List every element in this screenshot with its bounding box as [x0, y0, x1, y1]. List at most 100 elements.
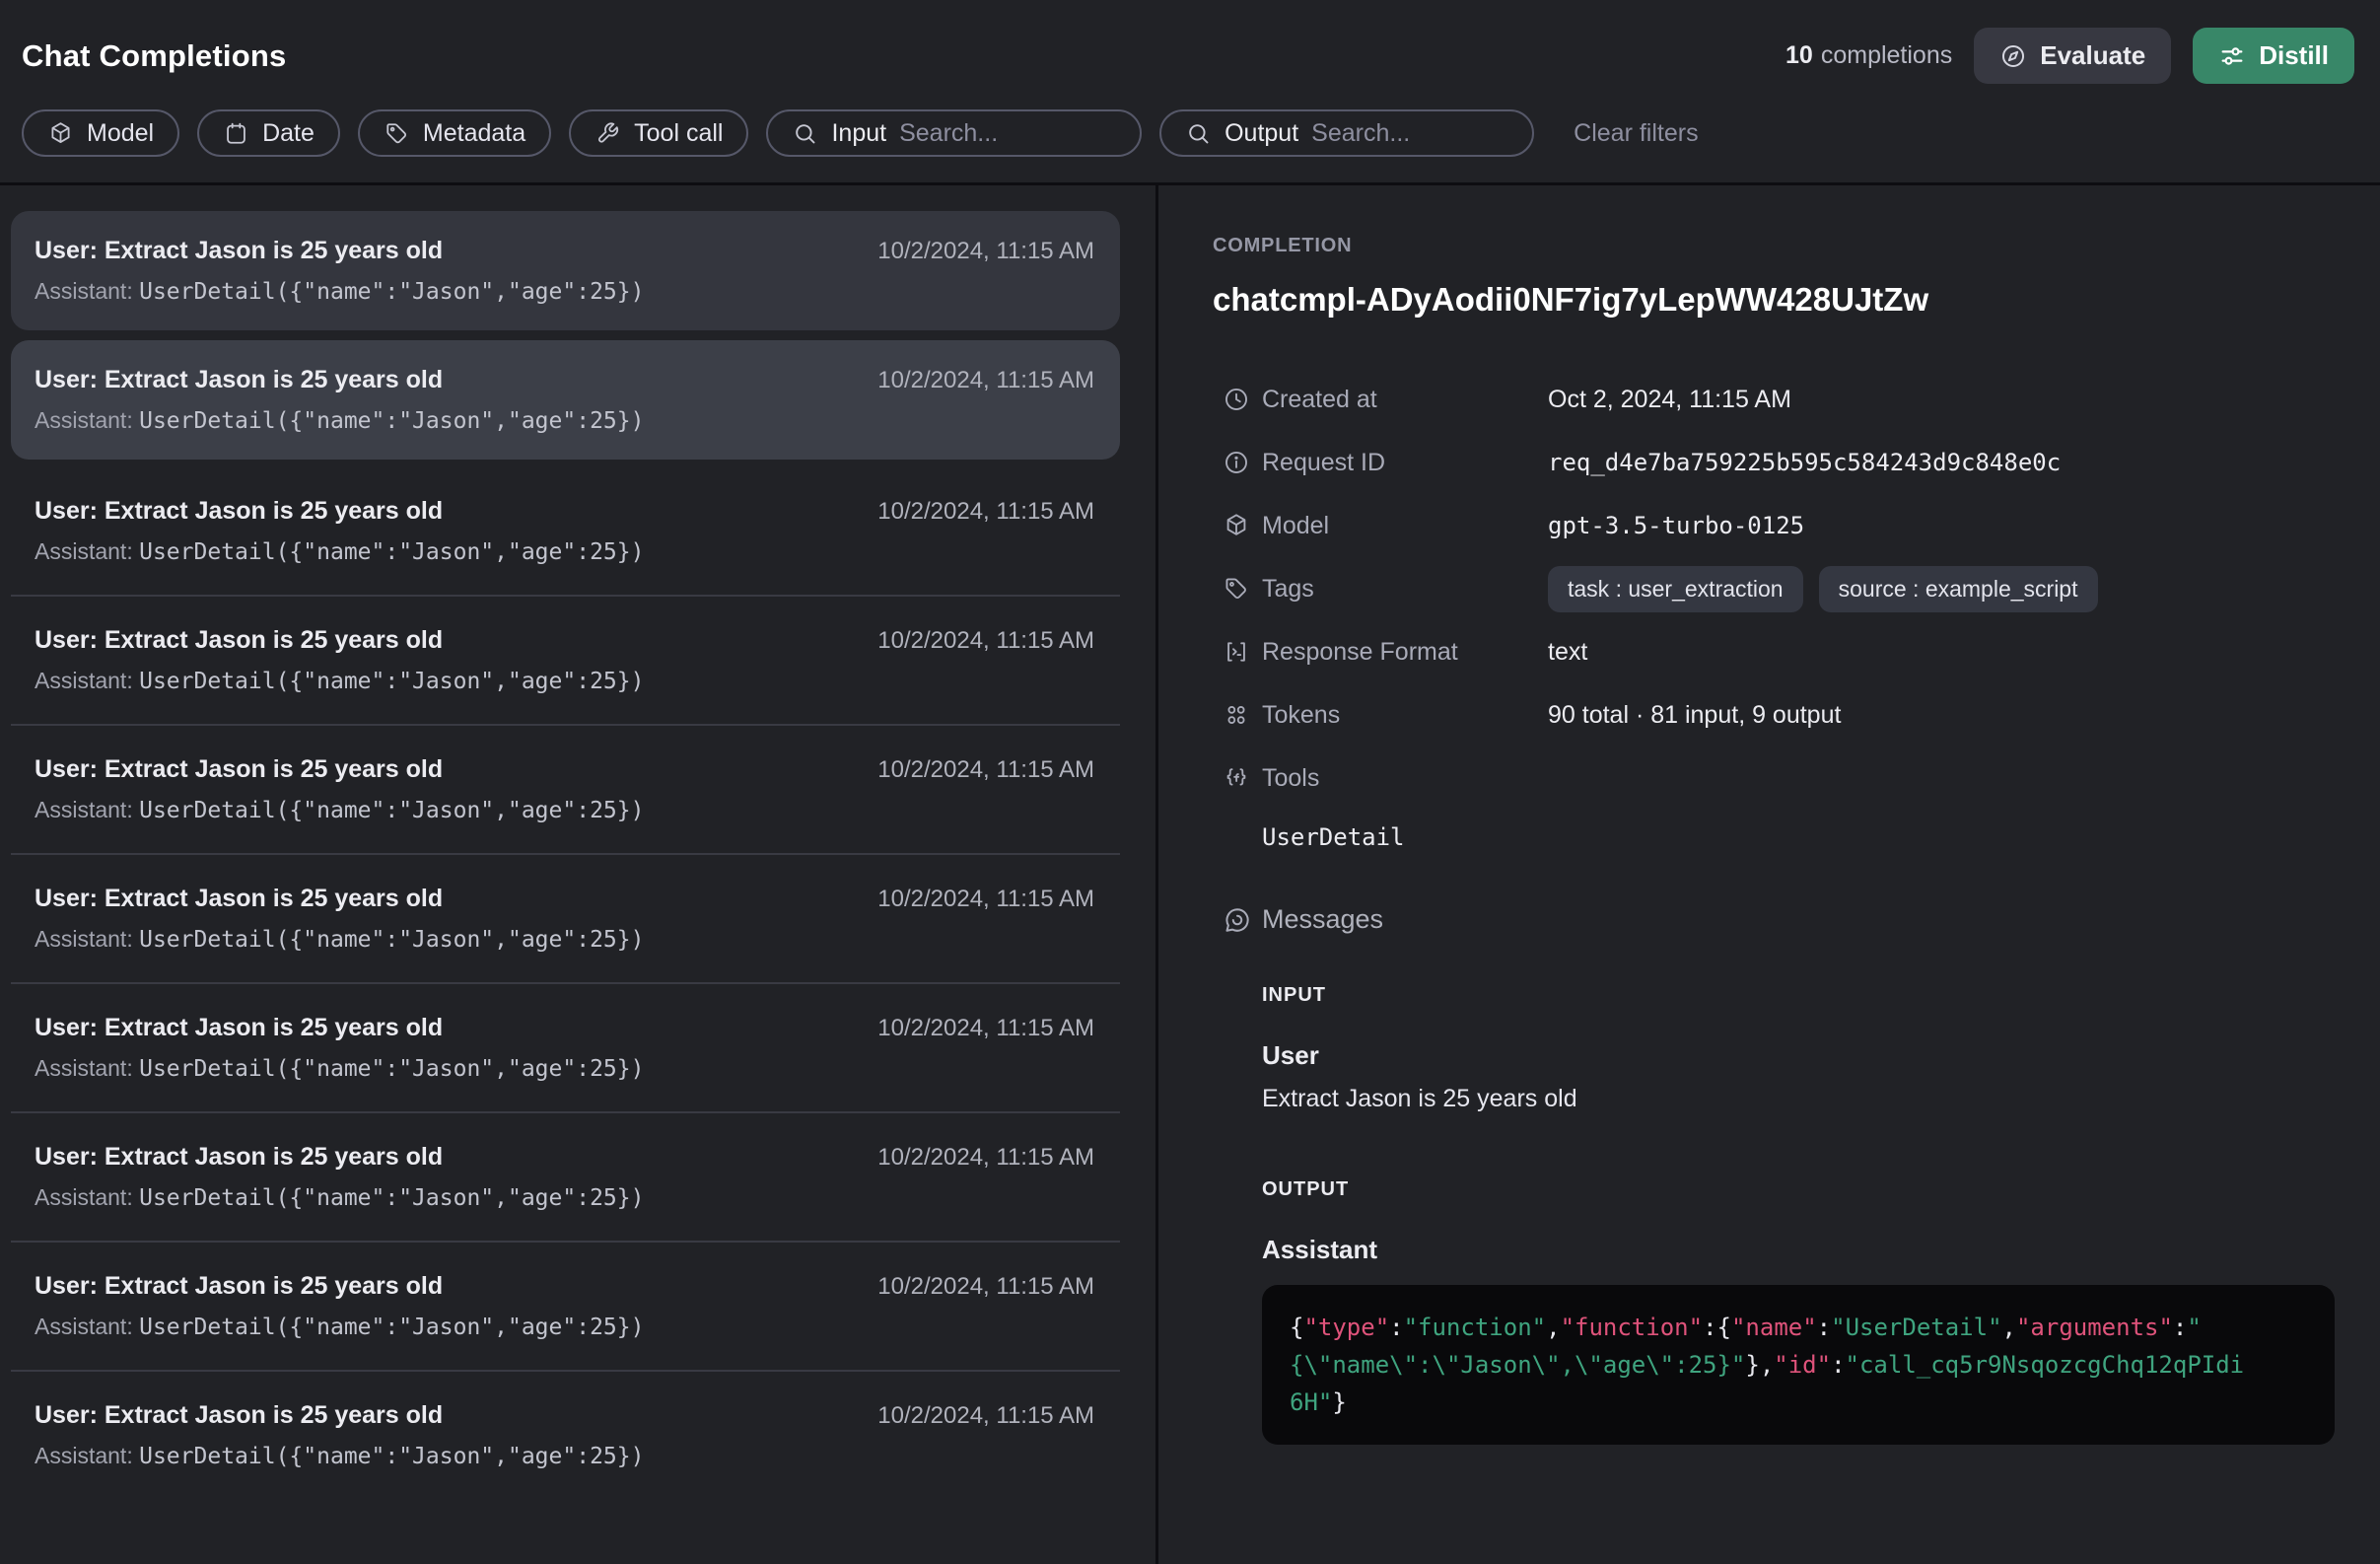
field-row-request-id: Request ID req_d4e7ba759225b595c584243d9…: [1213, 431, 2335, 494]
list-item-assistant: Assistant: UserDetail({"name":"Jason","a…: [35, 1184, 1094, 1211]
output-search-filter[interactable]: Output: [1159, 109, 1534, 157]
field-value-response-format: text: [1548, 638, 1587, 667]
list-item[interactable]: User: Extract Jason is 25 years old 10/2…: [11, 597, 1120, 726]
list-item-user: User: Extract Jason is 25 years old: [35, 1143, 443, 1172]
list-item-assistant-prefix: Assistant:: [35, 278, 139, 304]
cube-icon: [1223, 512, 1252, 539]
list-item-assistant: Assistant: UserDetail({"name":"Jason","a…: [35, 1443, 1094, 1469]
list-item-user: User: Extract Jason is 25 years old: [35, 885, 443, 913]
list-item-assistant-code: UserDetail({"name":"Jason","age":25}): [139, 1056, 644, 1082]
evaluate-button[interactable]: Evaluate: [1974, 28, 2171, 84]
wrench-icon: [595, 120, 621, 147]
list-item[interactable]: User: Extract Jason is 25 years old 10/2…: [11, 340, 1120, 460]
sliders-icon: [2218, 42, 2246, 70]
list-item[interactable]: User: Extract Jason is 25 years old 10/2…: [11, 467, 1120, 597]
list-item[interactable]: User: Extract Jason is 25 years old 10/2…: [11, 726, 1120, 855]
list-item-header: User: Extract Jason is 25 years old 10/2…: [35, 366, 1094, 394]
list-item-timestamp: 10/2/2024, 11:15 AM: [877, 1273, 1094, 1301]
list-item-user: User: Extract Jason is 25 years old: [35, 626, 443, 655]
list-item-assistant-prefix: Assistant:: [35, 668, 139, 693]
list-item-assistant-code: UserDetail({"name":"Jason","age":25}): [139, 279, 644, 305]
list-item-header: User: Extract Jason is 25 years old 10/2…: [35, 1401, 1094, 1430]
list-item-timestamp: 10/2/2024, 11:15 AM: [877, 1015, 1094, 1042]
clear-filters-button[interactable]: Clear filters: [1574, 119, 1698, 148]
messages-icon: [1223, 905, 1252, 935]
list-item-timestamp: 10/2/2024, 11:15 AM: [877, 1402, 1094, 1430]
list-item-header: User: Extract Jason is 25 years old 10/2…: [35, 237, 1094, 265]
field-row-tools: Tools: [1213, 746, 2335, 810]
list-item-user: User: Extract Jason is 25 years old: [35, 755, 443, 784]
list-item[interactable]: User: Extract Jason is 25 years old 10/2…: [11, 1113, 1120, 1243]
list-item[interactable]: User: Extract Jason is 25 years old 10/2…: [11, 984, 1120, 1113]
field-label-tools: Tools: [1262, 764, 1548, 793]
input-search-filter[interactable]: Input: [766, 109, 1142, 157]
list-item-assistant-code: UserDetail({"name":"Jason","age":25}): [139, 1444, 644, 1469]
input-search-field[interactable]: [899, 119, 1116, 148]
list-item-assistant-code: UserDetail({"name":"Jason","age":25}): [139, 408, 644, 434]
page-title: Chat Completions: [22, 38, 286, 74]
distill-button[interactable]: Distill: [2193, 28, 2354, 84]
list-item-assistant-prefix: Assistant:: [35, 797, 139, 822]
output-search-field[interactable]: [1311, 119, 1508, 148]
topbar-row: Chat Completions 10completions Evaluate: [0, 0, 2380, 84]
list-item[interactable]: User: Extract Jason is 25 years old 10/2…: [11, 1372, 1120, 1499]
tag-icon: [1223, 575, 1252, 603]
list-item-header: User: Extract Jason is 25 years old 10/2…: [35, 1143, 1094, 1172]
cube-icon: [47, 120, 74, 147]
metadata-filter-label: Metadata: [423, 119, 525, 148]
list-item-header: User: Extract Jason is 25 years old 10/2…: [35, 1014, 1094, 1042]
list-item-user: User: Extract Jason is 25 years old: [35, 497, 443, 526]
field-row-created-at: Created at Oct 2, 2024, 11:15 AM: [1213, 368, 2335, 431]
list-item-assistant: Assistant: UserDetail({"name":"Jason","a…: [35, 1055, 1094, 1082]
list-item-assistant-prefix: Assistant:: [35, 926, 139, 952]
metadata-filter-button[interactable]: Metadata: [358, 109, 551, 157]
list-item-user: User: Extract Jason is 25 years old: [35, 366, 443, 394]
completion-section-label: COMPLETION: [1213, 235, 2335, 257]
list-item-assistant-prefix: Assistant:: [35, 1184, 139, 1210]
field-label-request-id: Request ID: [1262, 449, 1548, 477]
input-search-label: Input: [831, 119, 886, 148]
list-item-assistant-code: UserDetail({"name":"Jason","age":25}): [139, 669, 644, 694]
tool-call-filter-button[interactable]: Tool call: [569, 109, 748, 157]
tag-chip: task : user_extraction: [1548, 566, 1803, 612]
messages-label: Messages: [1262, 904, 1383, 935]
list-item[interactable]: User: Extract Jason is 25 years old 10/2…: [11, 211, 1120, 330]
list-item[interactable]: User: Extract Jason is 25 years old 10/2…: [11, 855, 1120, 984]
date-filter-label: Date: [262, 119, 315, 148]
input-message-role: User: [1262, 1040, 2335, 1071]
list-item[interactable]: User: Extract Jason is 25 years old 10/2…: [11, 1243, 1120, 1372]
evaluate-button-label: Evaluate: [2040, 40, 2145, 71]
model-filter-button[interactable]: Model: [22, 109, 179, 157]
topbar-actions: 10completions Evaluate: [1785, 28, 2354, 84]
list-item-user: User: Extract Jason is 25 years old: [35, 237, 443, 265]
compass-icon: [1999, 42, 2027, 70]
field-value-model: gpt-3.5-turbo-0125: [1548, 512, 1804, 539]
input-message-content: Extract Jason is 25 years old: [1262, 1085, 2335, 1113]
field-row-tags: Tags task : user_extraction source : exa…: [1213, 557, 2335, 620]
input-section-label: INPUT: [1262, 984, 2335, 1007]
field-value-created-at: Oct 2, 2024, 11:15 AM: [1548, 386, 1791, 414]
list-item-header: User: Extract Jason is 25 years old 10/2…: [35, 497, 1094, 526]
list-item-header: User: Extract Jason is 25 years old 10/2…: [35, 626, 1094, 655]
list-item-assistant-code: UserDetail({"name":"Jason","age":25}): [139, 539, 644, 565]
distill-button-label: Distill: [2259, 40, 2329, 71]
clock-icon: [1223, 386, 1252, 413]
messages-header: Messages: [1213, 904, 2335, 935]
date-filter-button[interactable]: Date: [197, 109, 340, 157]
code-block: {"type":"function","function":{"name":"U…: [1262, 1285, 2335, 1445]
list-item-assistant: Assistant: UserDetail({"name":"Jason","a…: [35, 926, 1094, 953]
content-split: User: Extract Jason is 25 years old 10/2…: [0, 182, 2380, 1564]
list-item-header: User: Extract Jason is 25 years old 10/2…: [35, 885, 1094, 913]
tools-value: UserDetail: [1262, 823, 2335, 851]
list-item-timestamp: 10/2/2024, 11:15 AM: [877, 367, 1094, 394]
list-item-assistant: Assistant: UserDetail({"name":"Jason","a…: [35, 797, 1094, 823]
list-item-assistant-code: UserDetail({"name":"Jason","age":25}): [139, 798, 644, 823]
field-label-tokens: Tokens: [1262, 701, 1548, 730]
tool-call-filter-label: Tool call: [634, 119, 723, 148]
completion-detail-panel: COMPLETION chatcmpl-ADyAodii0NF7ig7yLepW…: [1158, 185, 2380, 1564]
completions-list: User: Extract Jason is 25 years old 10/2…: [0, 185, 1155, 1564]
response-format-icon: [1223, 638, 1252, 666]
search-icon: [1185, 120, 1212, 147]
model-filter-label: Model: [87, 119, 154, 148]
list-item-timestamp: 10/2/2024, 11:15 AM: [877, 238, 1094, 265]
